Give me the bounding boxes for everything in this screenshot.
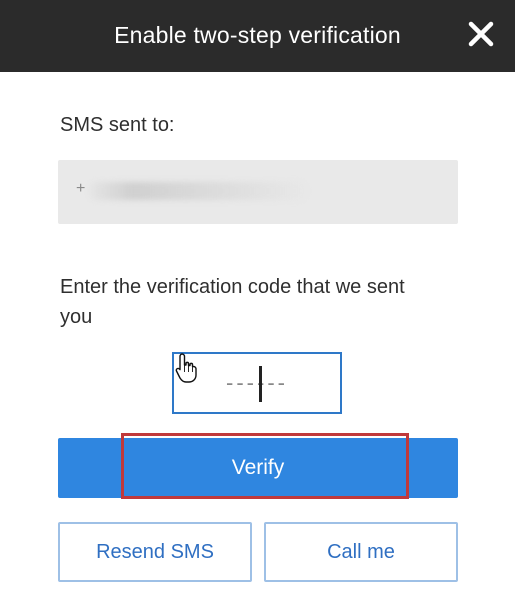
hand-pointer-icon — [175, 353, 197, 383]
dialog-title: Enable two-step verification — [114, 22, 401, 48]
text-cursor — [259, 366, 262, 402]
phone-number-redaction — [88, 182, 308, 200]
close-button[interactable] — [465, 14, 497, 54]
call-me-button[interactable]: Call me — [264, 522, 458, 582]
verification-code-label: Enter the verification code that we sent… — [60, 276, 405, 328]
close-icon — [468, 21, 494, 47]
verify-button[interactable]: Verify — [58, 438, 458, 498]
dialog-header: Enable two-step verification — [0, 0, 515, 72]
sms-sent-label: SMS sent to: — [60, 114, 175, 136]
verification-code-input[interactable] — [174, 354, 340, 412]
resend-sms-button[interactable]: Resend SMS — [58, 522, 252, 582]
phone-number-field: + — [58, 160, 458, 224]
phone-number-value: + — [76, 180, 86, 197]
